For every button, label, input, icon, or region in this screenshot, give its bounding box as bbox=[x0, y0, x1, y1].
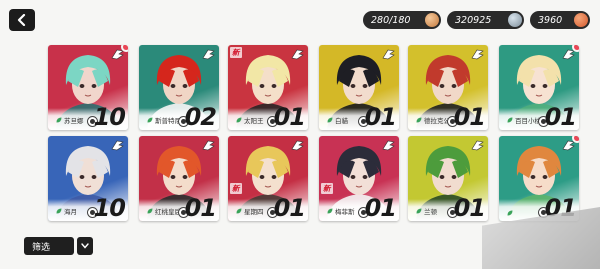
stamina-coin-icon bbox=[425, 13, 439, 27]
character-name-row: 星期四 bbox=[236, 206, 264, 216]
character-card[interactable]: 斯普特尼克 02 bbox=[139, 45, 219, 130]
character-card[interactable]: 星期四 01 新 bbox=[228, 136, 308, 221]
copy-count: 01 bbox=[453, 194, 486, 221]
filter-label: 筛选 bbox=[32, 242, 51, 253]
character-card[interactable]: 海月 10 bbox=[48, 136, 128, 221]
copy-count: 10 bbox=[93, 194, 126, 221]
rank-wing-icon bbox=[202, 49, 215, 60]
copy-count: 01 bbox=[273, 194, 306, 221]
leaf-icon bbox=[236, 208, 242, 214]
rank-wing-icon bbox=[382, 49, 395, 60]
character-name: 兰顿 bbox=[424, 208, 437, 216]
character-name-row bbox=[507, 210, 515, 216]
character-name: 海月 bbox=[64, 208, 77, 216]
new-badge: 新 bbox=[321, 183, 333, 194]
character-card[interactable]: 兰顿 01 bbox=[408, 136, 488, 221]
character-name: 星期四 bbox=[244, 208, 264, 216]
silver-counter[interactable]: 320925 bbox=[447, 11, 524, 29]
copy-count: 01 bbox=[544, 103, 577, 130]
rank-wing-icon bbox=[291, 140, 304, 151]
copy-count: 02 bbox=[184, 103, 217, 130]
copy-count: 10 bbox=[93, 103, 126, 130]
character-card[interactable]: 苏旦娜 10 bbox=[48, 45, 128, 130]
leaf-icon bbox=[147, 208, 153, 214]
leaf-icon bbox=[147, 117, 153, 123]
character-card[interactable]: 百目小桃 01 bbox=[499, 45, 579, 130]
leaf-icon bbox=[416, 117, 422, 123]
leaf-icon bbox=[416, 208, 422, 214]
character-name-row: 海月 bbox=[56, 206, 77, 216]
stamina-value: 280/180 bbox=[371, 14, 411, 26]
rank-wing-icon bbox=[202, 140, 215, 151]
character-card[interactable]: 太阳王 01 新 bbox=[228, 45, 308, 130]
leaf-icon bbox=[236, 117, 242, 123]
character-name: 苏旦娜 bbox=[64, 117, 84, 125]
character-name-row: 白貓 bbox=[327, 115, 348, 125]
filter-toggle-button[interactable] bbox=[77, 237, 93, 255]
character-name-row: 梅菲斯 bbox=[327, 206, 355, 216]
crystal-value: 3960 bbox=[538, 14, 563, 26]
leaf-icon bbox=[327, 117, 333, 123]
stamina-counter[interactable]: 280/180 bbox=[363, 11, 441, 29]
character-name-row: 太阳王 bbox=[236, 115, 264, 125]
character-name-row: 百目小桃 bbox=[507, 115, 541, 125]
chevron-left-icon bbox=[17, 14, 26, 26]
character-card[interactable]: 01 bbox=[499, 136, 579, 221]
character-card[interactable]: 德拉克公爵 01 bbox=[408, 45, 488, 130]
character-name-row: 苏旦娜 bbox=[56, 115, 84, 125]
copy-count: 01 bbox=[453, 103, 486, 130]
rank-wing-icon bbox=[471, 49, 484, 60]
crystal-coin-icon bbox=[574, 13, 588, 27]
character-card[interactable]: 白貓 01 bbox=[319, 45, 399, 130]
new-badge: 新 bbox=[230, 47, 242, 58]
notification-dot bbox=[572, 136, 579, 143]
character-name: 白貓 bbox=[335, 117, 348, 125]
character-name-row: 红桃皇后 bbox=[147, 206, 181, 216]
crystal-counter[interactable]: 3960 bbox=[530, 11, 590, 29]
rank-wing-icon bbox=[471, 140, 484, 151]
silver-coin-icon bbox=[508, 13, 522, 27]
leaf-icon bbox=[507, 210, 513, 216]
leaf-icon bbox=[56, 208, 62, 214]
leaf-icon bbox=[327, 208, 333, 214]
copy-count: 01 bbox=[364, 103, 397, 130]
copy-count: 01 bbox=[184, 194, 217, 221]
character-card[interactable]: 红桃皇后 01 bbox=[139, 136, 219, 221]
leaf-icon bbox=[56, 117, 62, 123]
character-name: 太阳王 bbox=[244, 117, 264, 125]
notification-dot bbox=[121, 45, 128, 52]
chevron-down-icon bbox=[81, 243, 89, 249]
copy-count: 01 bbox=[364, 194, 397, 221]
silver-value: 320925 bbox=[455, 14, 492, 26]
new-badge: 新 bbox=[230, 183, 242, 194]
character-name-row: 兰顿 bbox=[416, 206, 437, 216]
rank-wing-icon bbox=[291, 49, 304, 60]
filter-button[interactable]: 筛选 bbox=[24, 237, 74, 255]
character-name: 梅菲斯 bbox=[335, 208, 355, 216]
filter-controls: 筛选 bbox=[24, 237, 93, 255]
leaf-icon bbox=[507, 117, 513, 123]
rank-wing-icon bbox=[111, 140, 124, 151]
notification-dot bbox=[572, 45, 579, 52]
currency-bar: 280/180 320925 3960 bbox=[363, 11, 590, 29]
back-button[interactable] bbox=[9, 9, 35, 31]
rank-wing-icon bbox=[382, 140, 395, 151]
copy-count: 01 bbox=[273, 103, 306, 130]
character-card[interactable]: 梅菲斯 01 新 bbox=[319, 136, 399, 221]
